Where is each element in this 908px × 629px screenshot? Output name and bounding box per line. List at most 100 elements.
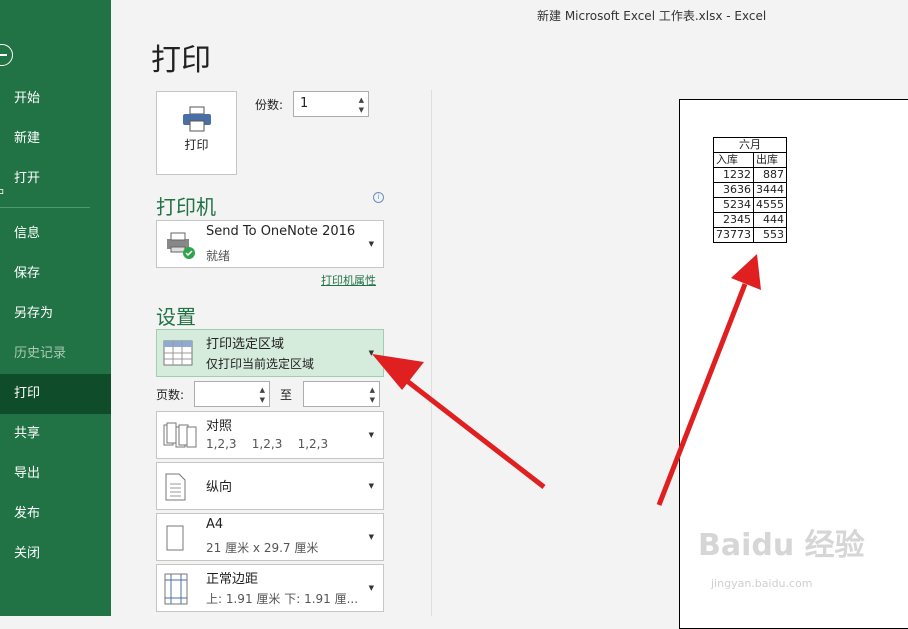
print-area-dropdown[interactable]: 打印选定区域 仅打印当前选定区域 ▼	[156, 329, 384, 377]
to-label: 至	[280, 386, 292, 403]
orientation-title: 纵向	[206, 476, 232, 495]
pages-from-input[interactable]: ▲ ▼	[194, 381, 270, 407]
table-cell: 444	[754, 213, 787, 228]
sidebar-item-label: 打开	[14, 171, 40, 186]
sidebar-item-label: 导出	[14, 466, 40, 481]
table-cell: 887	[754, 168, 787, 183]
sidebar-item-label: 信息	[14, 226, 40, 241]
chevron-down-icon: ▼	[369, 240, 374, 248]
table-cell: 73773	[714, 228, 754, 243]
sidebar-item-label: 新建	[14, 131, 40, 146]
printer-name: Send To OneNote 2016	[206, 224, 355, 239]
chevron-down-icon: ▼	[369, 431, 374, 439]
sidebar-item-save-as[interactable]: 另存为	[0, 294, 111, 334]
print-button[interactable]: 打印	[156, 91, 237, 175]
table-row: 1232887	[714, 168, 787, 183]
preview-table: 六月 入库出库 1232887 36363444 52344555 234544…	[713, 137, 787, 243]
annotation-arrow-line	[398, 374, 544, 487]
copies-value: 1	[300, 96, 308, 111]
sidebar-item-label: 共享	[14, 426, 40, 441]
settings-section-title: 设置	[156, 301, 196, 330]
watermark-url: jingyan.baidu.com	[711, 577, 813, 590]
table-cell: 4555	[754, 198, 787, 213]
table-row: 2345444	[714, 213, 787, 228]
chevron-down-icon: ▼	[369, 482, 374, 490]
margins-desc: 上: 1.91 厘米 下: 1.91 厘...	[206, 590, 358, 607]
sidebar-item-open[interactable]: ▭打开	[0, 159, 111, 199]
window-title: 新建 Microsoft Excel 工作表.xlsx - Excel	[537, 7, 766, 24]
spin-down-icon[interactable]: ▼	[260, 396, 265, 404]
sidebar-item-label: 打印	[14, 386, 40, 401]
table-cell: 2345	[714, 213, 754, 228]
print-button-label: 打印	[157, 136, 236, 153]
chevron-down-icon: ▼	[369, 349, 374, 357]
watermark-logo: Baidu 经验	[698, 520, 865, 564]
sidebar-divider	[0, 207, 90, 208]
preview-header: 六月	[714, 138, 787, 153]
preview-col-header: 出库	[754, 153, 787, 168]
margins-dropdown[interactable]: 正常边距 上: 1.91 厘米 下: 1.91 厘... ▼	[156, 564, 384, 612]
margins-icon	[163, 573, 189, 605]
preview-col-header: 入库	[714, 153, 754, 168]
printer-section-title: 打印机	[156, 191, 216, 220]
sidebar-item-close[interactable]: 关闭	[0, 534, 111, 574]
sidebar-item-label: 另存为	[14, 306, 53, 321]
printer-properties-link[interactable]: 打印机属性	[321, 272, 376, 288]
collate-desc: 1,2,3 1,2,3 1,2,3	[206, 437, 328, 451]
backstage-sidebar: ⌂开始 ▯新建 ▭打开 信息 保存 另存为 历史记录 打印 共享 导出 发布 关…	[0, 0, 111, 616]
collate-dropdown[interactable]: 对照 1,2,3 1,2,3 1,2,3 ▼	[156, 411, 384, 459]
sidebar-item-label: 开始	[14, 91, 40, 106]
printer-status: 就绪	[206, 247, 230, 264]
sidebar-item-label: 历史记录	[14, 346, 66, 361]
print-selection-icon	[163, 340, 193, 366]
spin-up-icon[interactable]: ▲	[370, 386, 375, 394]
sidebar-item-home[interactable]: ⌂开始	[0, 79, 111, 119]
info-icon[interactable]: i	[373, 192, 384, 203]
sidebar-item-export[interactable]: 导出	[0, 454, 111, 494]
printer-icon	[182, 106, 212, 132]
spin-down-icon[interactable]: ▼	[370, 396, 375, 404]
spin-up-icon[interactable]: ▲	[260, 386, 265, 394]
print-area-title: 打印选定区域	[206, 333, 284, 352]
paper-size-dropdown[interactable]: A4 21 厘米 x 29.7 厘米 ▼	[156, 513, 384, 561]
portrait-page-icon	[163, 473, 187, 501]
table-row: 36363444	[714, 183, 787, 198]
back-arrow-icon[interactable]	[0, 44, 13, 66]
table-row: 52344555	[714, 198, 787, 213]
sidebar-item-save[interactable]: 保存	[0, 254, 111, 294]
table-cell: 553	[754, 228, 787, 243]
paper-size-title: A4	[206, 517, 223, 532]
spin-up-icon[interactable]: ▲	[359, 96, 364, 104]
sidebar-item-label: 保存	[14, 266, 40, 281]
paper-size-desc: 21 厘米 x 29.7 厘米	[206, 539, 318, 556]
table-cell: 1232	[714, 168, 754, 183]
open-icon: ▭	[0, 172, 4, 212]
chevron-down-icon: ▼	[369, 584, 374, 592]
chevron-down-icon: ▼	[369, 533, 374, 541]
sidebar-item-label: 关闭	[14, 546, 40, 561]
paper-size-icon	[163, 524, 187, 552]
sidebar-item-print[interactable]: 打印	[0, 374, 111, 414]
pages-to-input[interactable]: ▲ ▼	[303, 381, 380, 407]
pages-label: 页数:	[156, 386, 184, 403]
spin-down-icon[interactable]: ▼	[359, 106, 364, 114]
sidebar-item-label: 发布	[14, 506, 40, 521]
sidebar-item-info[interactable]: 信息	[0, 214, 111, 254]
table-cell: 5234	[714, 198, 754, 213]
copies-stepper[interactable]: 1 ▲ ▼	[293, 91, 369, 117]
sidebar-item-share[interactable]: 共享	[0, 414, 111, 454]
collate-icon	[163, 422, 197, 448]
table-cell: 3444	[754, 183, 787, 198]
sidebar-item-publish[interactable]: 发布	[0, 494, 111, 534]
sidebar-item-history: 历史记录	[0, 334, 111, 374]
table-row: 73773553	[714, 228, 787, 243]
orientation-dropdown[interactable]: 纵向 ▼	[156, 462, 384, 510]
page-title: 打印	[151, 35, 211, 79]
sidebar-item-new[interactable]: ▯新建	[0, 119, 111, 159]
table-cell: 3636	[714, 183, 754, 198]
panel-divider	[431, 90, 432, 616]
collate-title: 对照	[206, 415, 232, 434]
print-area-desc: 仅打印当前选定区域	[206, 355, 314, 372]
printer-dropdown[interactable]: Send To OneNote 2016 就绪 ▼	[156, 220, 384, 268]
printer-device-icon	[163, 230, 197, 260]
